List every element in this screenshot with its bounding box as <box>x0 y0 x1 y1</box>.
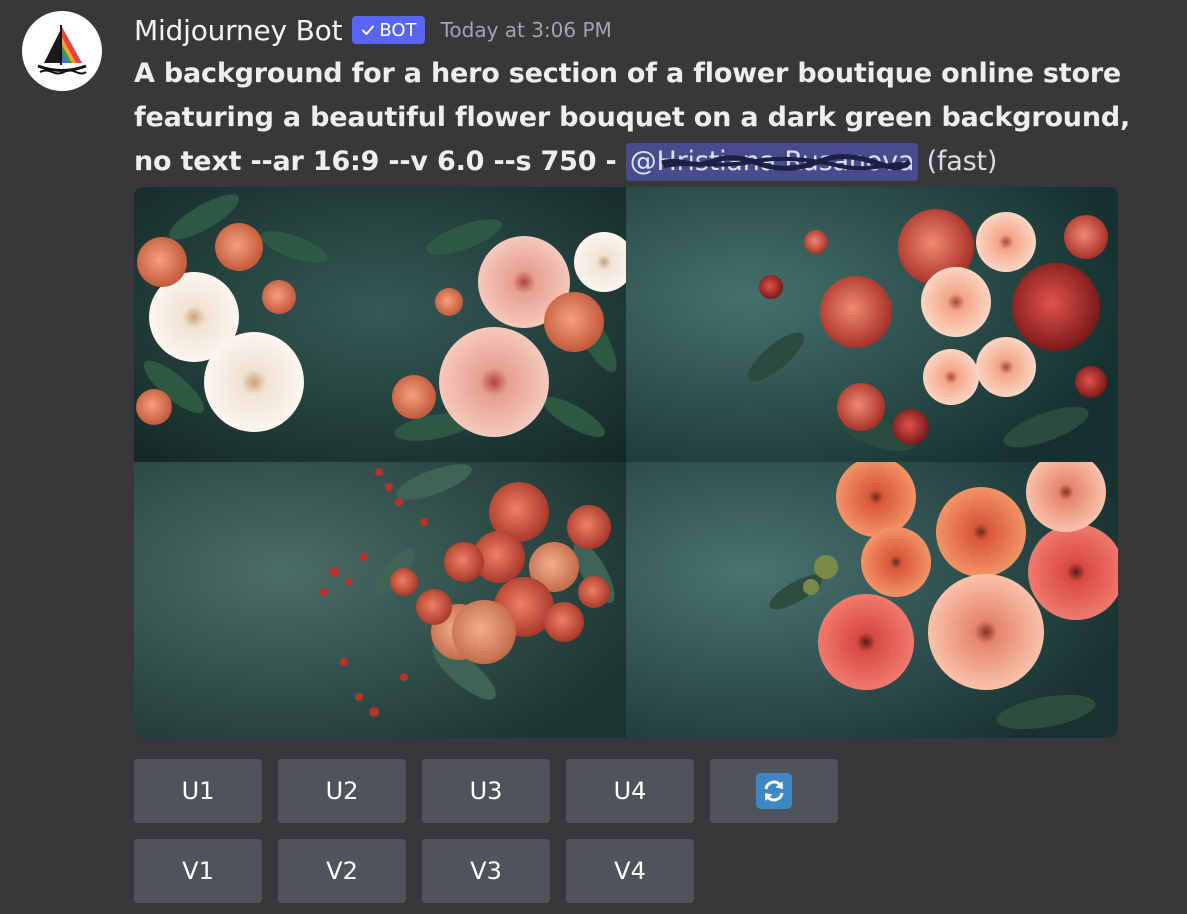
v3-button[interactable]: V3 <box>422 839 550 903</box>
v4-button[interactable]: V4 <box>566 839 694 903</box>
u2-button[interactable]: U2 <box>278 759 406 823</box>
checkmark-icon <box>362 25 375 35</box>
user-mention[interactable]: @Hristiana Rusanova <box>625 143 919 181</box>
message-header: Midjourney Bot BOT Today at 3:06 PM <box>134 10 612 50</box>
upscale-button-row: U1 U2 U3 U4 <box>134 759 838 823</box>
avatar[interactable] <box>22 11 102 91</box>
speed-label: (fast) <box>918 146 998 177</box>
u1-button[interactable]: U1 <box>134 759 262 823</box>
timestamp[interactable]: Today at 3:06 PM <box>441 18 612 42</box>
reroll-button[interactable] <box>710 759 838 823</box>
flower-image-3[interactable] <box>134 462 626 738</box>
u4-button[interactable]: U4 <box>566 759 694 823</box>
image-grid[interactable] <box>134 187 1118 738</box>
author-name[interactable]: Midjourney Bot <box>134 14 343 47</box>
mention-label: @Hristiana Rusanova <box>629 146 915 177</box>
v1-button[interactable]: V1 <box>134 839 262 903</box>
sailboat-logo-icon <box>37 25 87 75</box>
flower-image-2[interactable] <box>626 187 1118 462</box>
flower-image-1[interactable] <box>134 187 626 462</box>
bot-badge: BOT <box>352 16 425 44</box>
u3-button[interactable]: U3 <box>422 759 550 823</box>
v2-button[interactable]: V2 <box>278 839 406 903</box>
bot-badge-label: BOT <box>379 19 417 41</box>
refresh-icon <box>756 773 792 809</box>
flower-image-4[interactable] <box>626 462 1118 738</box>
message-content: A background for a hero section of a flo… <box>134 52 1134 184</box>
variation-button-row: V1 V2 V3 V4 <box>134 839 694 903</box>
